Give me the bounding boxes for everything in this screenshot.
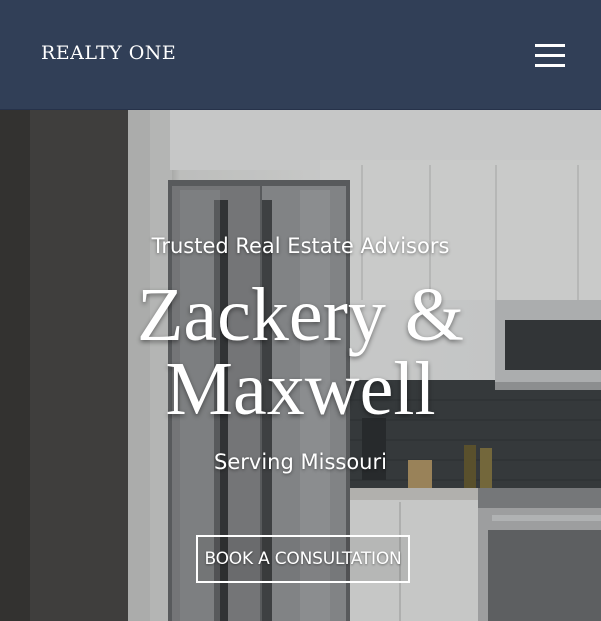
hero-tagline: Trusted Real Estate Advisors <box>151 234 450 258</box>
hero-section: Trusted Real Estate Advisors Zackery & M… <box>0 110 601 621</box>
hero-headline: Zackery & Maxwell <box>0 273 601 431</box>
site-header: REALTY ONE <box>0 0 601 110</box>
service-area-text: Serving Missouri <box>214 450 387 474</box>
book-consultation-button[interactable]: BOOK A CONSULTATION <box>196 535 410 583</box>
headline-line-1: Zackery & <box>136 273 465 357</box>
hamburger-menu-icon[interactable] <box>530 38 570 72</box>
headline-line-2: Maxwell <box>165 347 436 431</box>
brand-logo[interactable]: REALTY ONE <box>41 42 176 64</box>
